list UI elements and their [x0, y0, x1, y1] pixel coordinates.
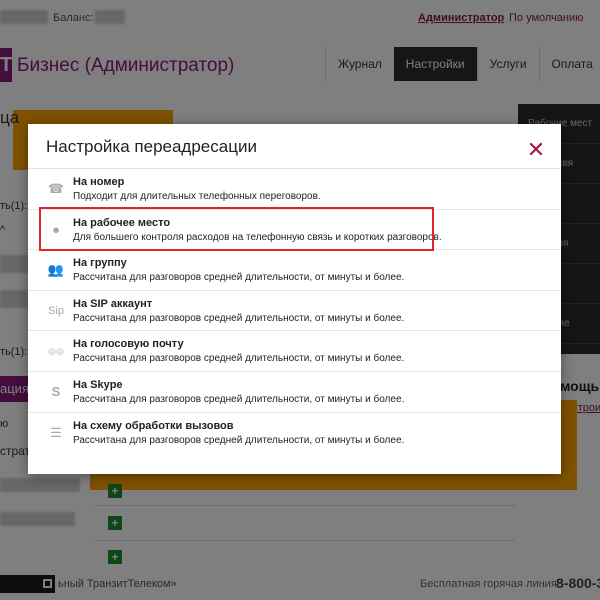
option-to-sip[interactable]: Sip На SIP аккаунт Рассчитана для разгов…: [28, 291, 561, 332]
sip-icon: Sip: [48, 304, 64, 317]
option-description: Для большего контроля расходов на телефо…: [73, 231, 442, 243]
dialog-title: Настройка переадресации: [46, 137, 257, 156]
option-to-voicemail[interactable]: ◎◎ На голосовую почту Рассчитана для раз…: [28, 331, 561, 372]
phone-icon: ☎: [47, 181, 65, 196]
option-title: На голосовую почту: [73, 338, 184, 351]
person-icon: ●: [52, 221, 60, 237]
option-description: Рассчитана для разговоров средней длител…: [73, 393, 405, 405]
close-icon[interactable]: ✕: [526, 139, 546, 161]
option-to-group[interactable]: 👥 На группу Рассчитана для разговоров ср…: [28, 250, 561, 291]
option-title: На рабочее место: [73, 216, 171, 229]
skype-icon: S: [51, 383, 61, 399]
option-title: На SIP аккаунт: [73, 297, 153, 310]
redirect-options-list: ☎ На номер Подходит для длительных телеф…: [28, 169, 561, 453]
option-title: На группу: [73, 257, 127, 270]
option-description: Рассчитана для разговоров средней длител…: [73, 353, 405, 365]
option-title: На номер: [73, 176, 125, 188]
option-to-skype[interactable]: S На Skype Рассчитана для разговоров сре…: [28, 372, 561, 413]
option-description: Рассчитана для разговоров средней длител…: [73, 312, 405, 324]
group-icon: 👥: [47, 262, 65, 278]
option-title: На Skype: [73, 378, 123, 391]
option-to-workplace[interactable]: ● На рабочее место Для большего контроля…: [28, 210, 561, 251]
voicemail-icon: ◎◎: [48, 346, 64, 357]
option-title: На схему обработки вызовов: [73, 419, 234, 432]
option-description: Подходит для длительных телефонных перег…: [73, 191, 321, 202]
option-to-number[interactable]: ☎ На номер Подходит для длительных телеф…: [28, 169, 561, 210]
call-flow-icon: ☰: [50, 424, 62, 440]
option-to-call-flow[interactable]: ☰ На схему обработки вызовов Рассчитана …: [28, 413, 561, 454]
option-description: Рассчитана для разговоров средней длител…: [73, 434, 405, 446]
redirect-settings-dialog: Настройка переадресации ✕ ☎ На номер Под…: [28, 124, 561, 474]
option-description: Рассчитана для разговоров средней длител…: [73, 272, 405, 284]
